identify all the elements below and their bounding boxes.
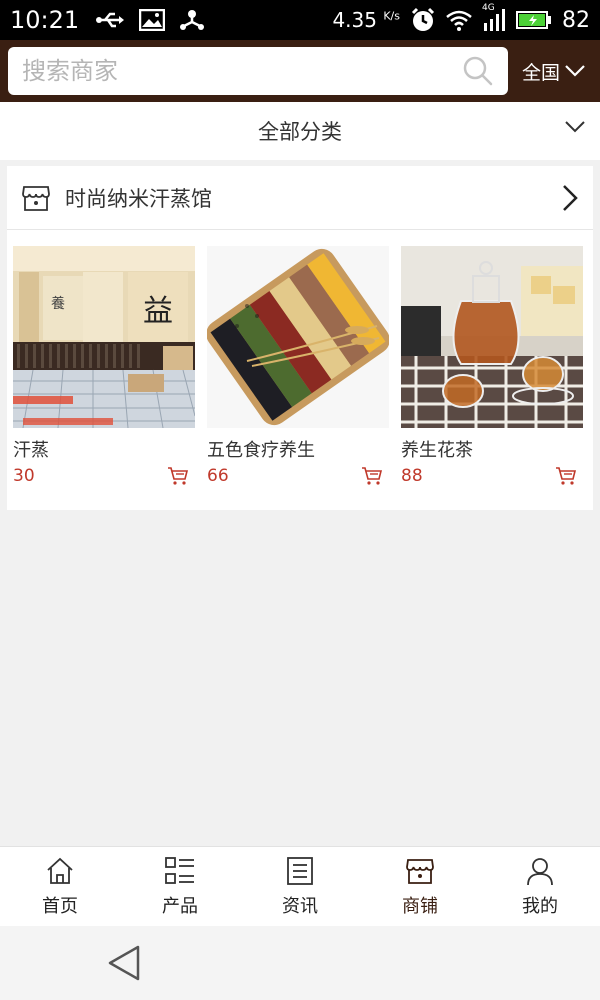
product-price: 66 xyxy=(207,466,229,486)
network-speed: 4.35 K/s xyxy=(332,8,400,32)
product-image-tea[interactable] xyxy=(401,246,583,428)
cart-icon[interactable] xyxy=(555,466,577,486)
svg-text:益: 益 xyxy=(143,294,173,329)
product-title: 五色食疗养生 xyxy=(207,440,315,461)
signal-indicator: 4G xyxy=(482,3,506,31)
status-bar: 10:21 4.35 K/s 4G 82 xyxy=(0,0,600,40)
product-item[interactable]: 五色食疗养生 66 xyxy=(207,246,389,486)
alarm-icon xyxy=(411,7,435,31)
back-icon[interactable] xyxy=(106,944,142,982)
shop-header[interactable]: 时尚纳米汗蒸馆 xyxy=(7,166,593,230)
product-title: 养生花茶 xyxy=(401,440,473,461)
battery-icon xyxy=(516,11,551,29)
shop-card: 时尚纳米汗蒸馆 養 益 汗蒸 30 五色食疗养生 66 养生花茶 88 xyxy=(7,166,593,510)
nav-item-news[interactable]: 资讯 xyxy=(240,847,360,926)
region-selector[interactable]: 全国 xyxy=(522,58,592,85)
search-input[interactable] xyxy=(22,57,462,85)
category-label: 全部分类 xyxy=(258,120,342,144)
chevron-down-icon xyxy=(565,65,585,77)
bottom-nav: 首页 产品 资讯 商铺 我的 xyxy=(0,846,600,926)
product-list: 養 益 汗蒸 30 五色食疗养生 66 养生花茶 88 xyxy=(7,230,593,486)
system-nav-bar xyxy=(0,926,600,1000)
product-title: 汗蒸 xyxy=(13,440,49,461)
nav-item-profile[interactable]: 我的 xyxy=(480,847,600,926)
search-box[interactable] xyxy=(8,47,508,95)
wifi-icon xyxy=(446,10,472,31)
battery-level: 82 xyxy=(562,7,590,33)
product-price: 30 xyxy=(13,466,35,486)
cart-icon[interactable] xyxy=(361,466,383,486)
usb-icon xyxy=(96,12,125,28)
shop-name: 时尚纳米汗蒸馆 xyxy=(65,186,212,211)
search-icon[interactable] xyxy=(462,55,494,87)
clock: 10:21 xyxy=(10,6,80,34)
product-item[interactable]: 養 益 汗蒸 30 xyxy=(13,246,195,486)
nav-item-store[interactable]: 商铺 xyxy=(360,847,480,926)
chevron-right-icon[interactable] xyxy=(561,183,579,213)
product-price: 88 xyxy=(401,466,423,486)
svg-text:養: 養 xyxy=(51,295,65,312)
product-item[interactable]: 养生花茶 88 xyxy=(401,246,583,486)
nav-item-home[interactable]: 首页 xyxy=(0,847,120,926)
nav-label: 产品 xyxy=(162,895,198,917)
nav-label: 商铺 xyxy=(402,895,438,917)
nav-item-products[interactable]: 产品 xyxy=(120,847,240,926)
news-icon xyxy=(287,856,313,885)
category-filter[interactable]: 全部分类 xyxy=(0,102,600,160)
product-list-icon xyxy=(165,856,194,884)
store-icon xyxy=(22,185,50,211)
user-icon xyxy=(527,857,553,885)
share-icon xyxy=(180,10,205,30)
chevron-down-icon xyxy=(565,121,585,133)
cart-icon[interactable] xyxy=(167,466,189,486)
nav-label: 资讯 xyxy=(282,895,318,917)
nav-label: 我的 xyxy=(522,895,558,917)
store-icon xyxy=(406,858,434,884)
image-icon xyxy=(139,9,166,31)
region-label: 全国 xyxy=(521,61,560,84)
nav-label: 首页 xyxy=(42,895,78,917)
home-icon xyxy=(47,857,73,884)
product-image-sauna[interactable]: 養 益 xyxy=(13,246,195,428)
search-header: 全国 xyxy=(0,40,600,102)
product-image-grains[interactable] xyxy=(207,246,389,428)
